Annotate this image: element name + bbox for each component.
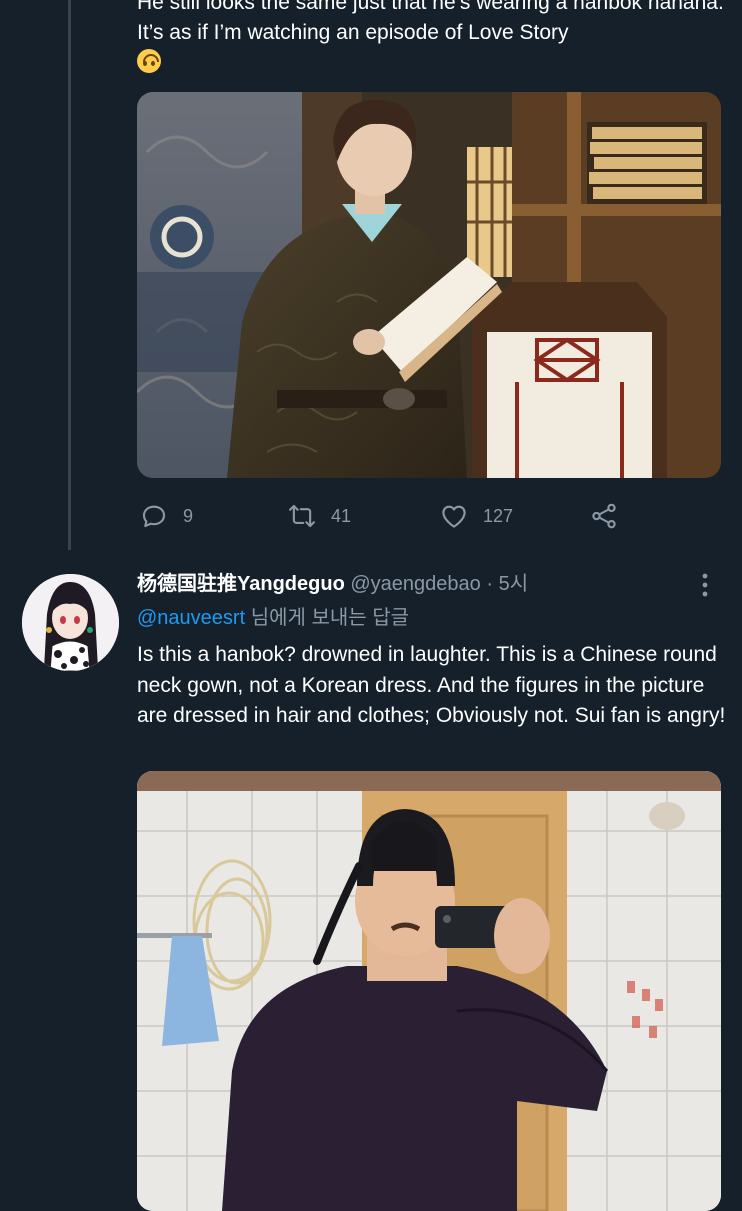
header-separator: · bbox=[486, 573, 494, 595]
reply-button[interactable]: 9 bbox=[139, 498, 193, 534]
thread-connector-line bbox=[68, 0, 71, 550]
avatar[interactable] bbox=[22, 574, 119, 671]
reply-icon bbox=[142, 505, 166, 528]
like-count: 127 bbox=[483, 505, 514, 526]
drama-still-image bbox=[137, 92, 721, 478]
retweet-icon bbox=[289, 504, 315, 528]
tweet1-text: He still looks the same just that he’s w… bbox=[137, 0, 724, 44]
tweet-timestamp[interactable]: 5시 bbox=[499, 573, 529, 595]
share-icon bbox=[592, 503, 616, 529]
more-options-icon[interactable] bbox=[694, 570, 716, 600]
like-button[interactable]: 127 bbox=[439, 498, 513, 534]
upside-down-face-emoji-icon bbox=[137, 49, 161, 73]
reply-count: 9 bbox=[183, 505, 194, 526]
retweet-button[interactable]: 41 bbox=[287, 498, 351, 534]
reply-to-label: 님에게 보내는 답글 bbox=[250, 607, 410, 629]
display-name[interactable]: 杨德国驻推Yangdeguo bbox=[137, 573, 345, 595]
tweet1-action-bar: 9 41 127 bbox=[137, 498, 637, 534]
replying-to: @nauveesrt 님에게 보내는 답글 bbox=[137, 603, 409, 633]
share-button[interactable] bbox=[589, 498, 619, 534]
retweet-count: 41 bbox=[331, 505, 352, 526]
tweet2-header: 杨德国驻推Yangdeguo @yaengdebao · 5시 bbox=[137, 570, 528, 598]
tweet2-photo[interactable] bbox=[137, 771, 721, 1211]
reply-mention-link[interactable]: @nauveesrt bbox=[137, 607, 245, 629]
like-icon bbox=[442, 505, 466, 528]
mirror-selfie-image bbox=[137, 771, 721, 1211]
anime-girl-avatar-image bbox=[22, 574, 119, 671]
user-handle[interactable]: @yaengdebao bbox=[350, 573, 480, 595]
tweet1-body: He still looks the same just that he’s w… bbox=[137, 0, 727, 78]
tweet2-text: Is this a hanbok? drowned in laughter. T… bbox=[137, 643, 726, 727]
tweet1-photo[interactable] bbox=[137, 92, 721, 478]
